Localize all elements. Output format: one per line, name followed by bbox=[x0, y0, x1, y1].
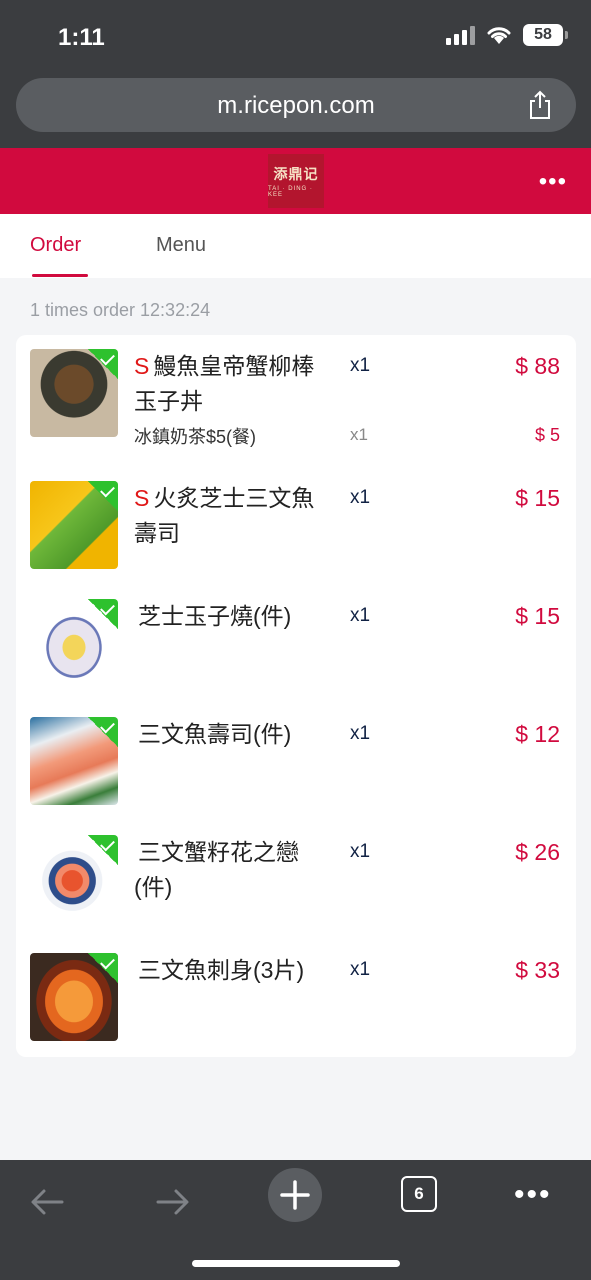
food-image bbox=[30, 481, 118, 569]
battery-icon: 58 bbox=[523, 24, 568, 46]
more-options-icon[interactable]: ••• bbox=[539, 168, 567, 196]
wifi-icon bbox=[487, 27, 511, 44]
item-name: 三文魚壽司(件) bbox=[138, 721, 292, 747]
status-icons: 58 bbox=[446, 24, 568, 46]
addon-name: 冰鎮奶茶$5(餐) bbox=[134, 427, 257, 447]
forward-arrow-icon[interactable] bbox=[152, 1182, 192, 1222]
address-bar[interactable]: m.ricepon.com bbox=[16, 78, 576, 132]
tab-order[interactable]: Order bbox=[30, 234, 81, 257]
food-image bbox=[30, 835, 118, 923]
item-quantity: x1 bbox=[350, 355, 371, 376]
item-name: S 火炙芝士三文魚壽司 bbox=[134, 485, 315, 546]
logo-subtext: TAI · DING · KEE bbox=[268, 186, 313, 198]
item-price: $ 15 bbox=[515, 485, 560, 511]
addon-quantity: x1 bbox=[350, 425, 368, 444]
item-name: S 鰻魚皇帝蟹柳棒玉子丼 bbox=[134, 353, 315, 414]
active-tab-indicator bbox=[32, 274, 88, 277]
food-image bbox=[30, 349, 118, 437]
browser-top-chrome: 1:11 58 m.ricepon.com bbox=[0, 0, 591, 148]
item-quantity: x1 bbox=[350, 487, 371, 508]
checkmark-icon bbox=[88, 599, 118, 629]
tab-bar: Order Menu bbox=[0, 214, 591, 278]
logo-text: 添鼎记 bbox=[273, 167, 319, 183]
browser-bottom-toolbar: 6 ••• bbox=[0, 1160, 591, 1280]
item-name: 三文魚刺身(3片) bbox=[138, 957, 305, 983]
new-tab-button[interactable] bbox=[268, 1168, 322, 1222]
food-image bbox=[30, 599, 118, 687]
item-prefix: S bbox=[134, 353, 150, 379]
tabs-button[interactable]: 6 bbox=[401, 1176, 437, 1212]
item-price: $ 33 bbox=[515, 957, 560, 983]
checkmark-icon bbox=[88, 835, 118, 865]
item-price: $ 88 bbox=[515, 353, 560, 379]
item-price: $ 15 bbox=[515, 603, 560, 629]
order-card: S 鰻魚皇帝蟹柳棒玉子丼 x1 $ 88 冰鎮奶茶$5(餐) x1 $ 5 S 火炙… bbox=[16, 335, 576, 1057]
item-price: $ 26 bbox=[515, 839, 560, 865]
url-text[interactable]: m.ricepon.com bbox=[16, 92, 576, 120]
restaurant-logo[interactable]: 添鼎记 TAI · DING · KEE bbox=[268, 154, 324, 208]
tab-menu[interactable]: Menu bbox=[156, 234, 206, 257]
item-prefix: S bbox=[134, 485, 150, 511]
food-image bbox=[30, 953, 118, 1041]
item-quantity: x1 bbox=[350, 605, 371, 626]
item-price: $ 12 bbox=[515, 721, 560, 747]
food-image bbox=[30, 717, 118, 805]
checkmark-icon bbox=[88, 481, 118, 511]
checkmark-icon bbox=[88, 717, 118, 747]
plus-icon bbox=[280, 1180, 310, 1210]
addon-price: $ 5 bbox=[534, 425, 560, 445]
status-time: 1:11 bbox=[58, 24, 105, 51]
more-menu-icon[interactable]: ••• bbox=[514, 1178, 552, 1212]
item-name: 芝士玉子燒(件) bbox=[138, 603, 292, 629]
share-icon[interactable] bbox=[526, 90, 554, 120]
back-arrow-icon[interactable] bbox=[28, 1182, 68, 1222]
item-quantity: x1 bbox=[350, 723, 371, 744]
checkmark-icon bbox=[88, 349, 118, 379]
cellular-signal-icon bbox=[446, 25, 475, 45]
brand-header: 添鼎记 TAI · DING · KEE ••• bbox=[0, 148, 591, 214]
home-indicator bbox=[192, 1260, 400, 1267]
item-quantity: x1 bbox=[350, 959, 371, 980]
checkmark-icon bbox=[88, 953, 118, 983]
item-quantity: x1 bbox=[350, 841, 371, 862]
item-name: 三文蟹籽花之戀(件) bbox=[134, 839, 299, 900]
order-info: 1 times order 12:32:24 bbox=[30, 300, 211, 320]
